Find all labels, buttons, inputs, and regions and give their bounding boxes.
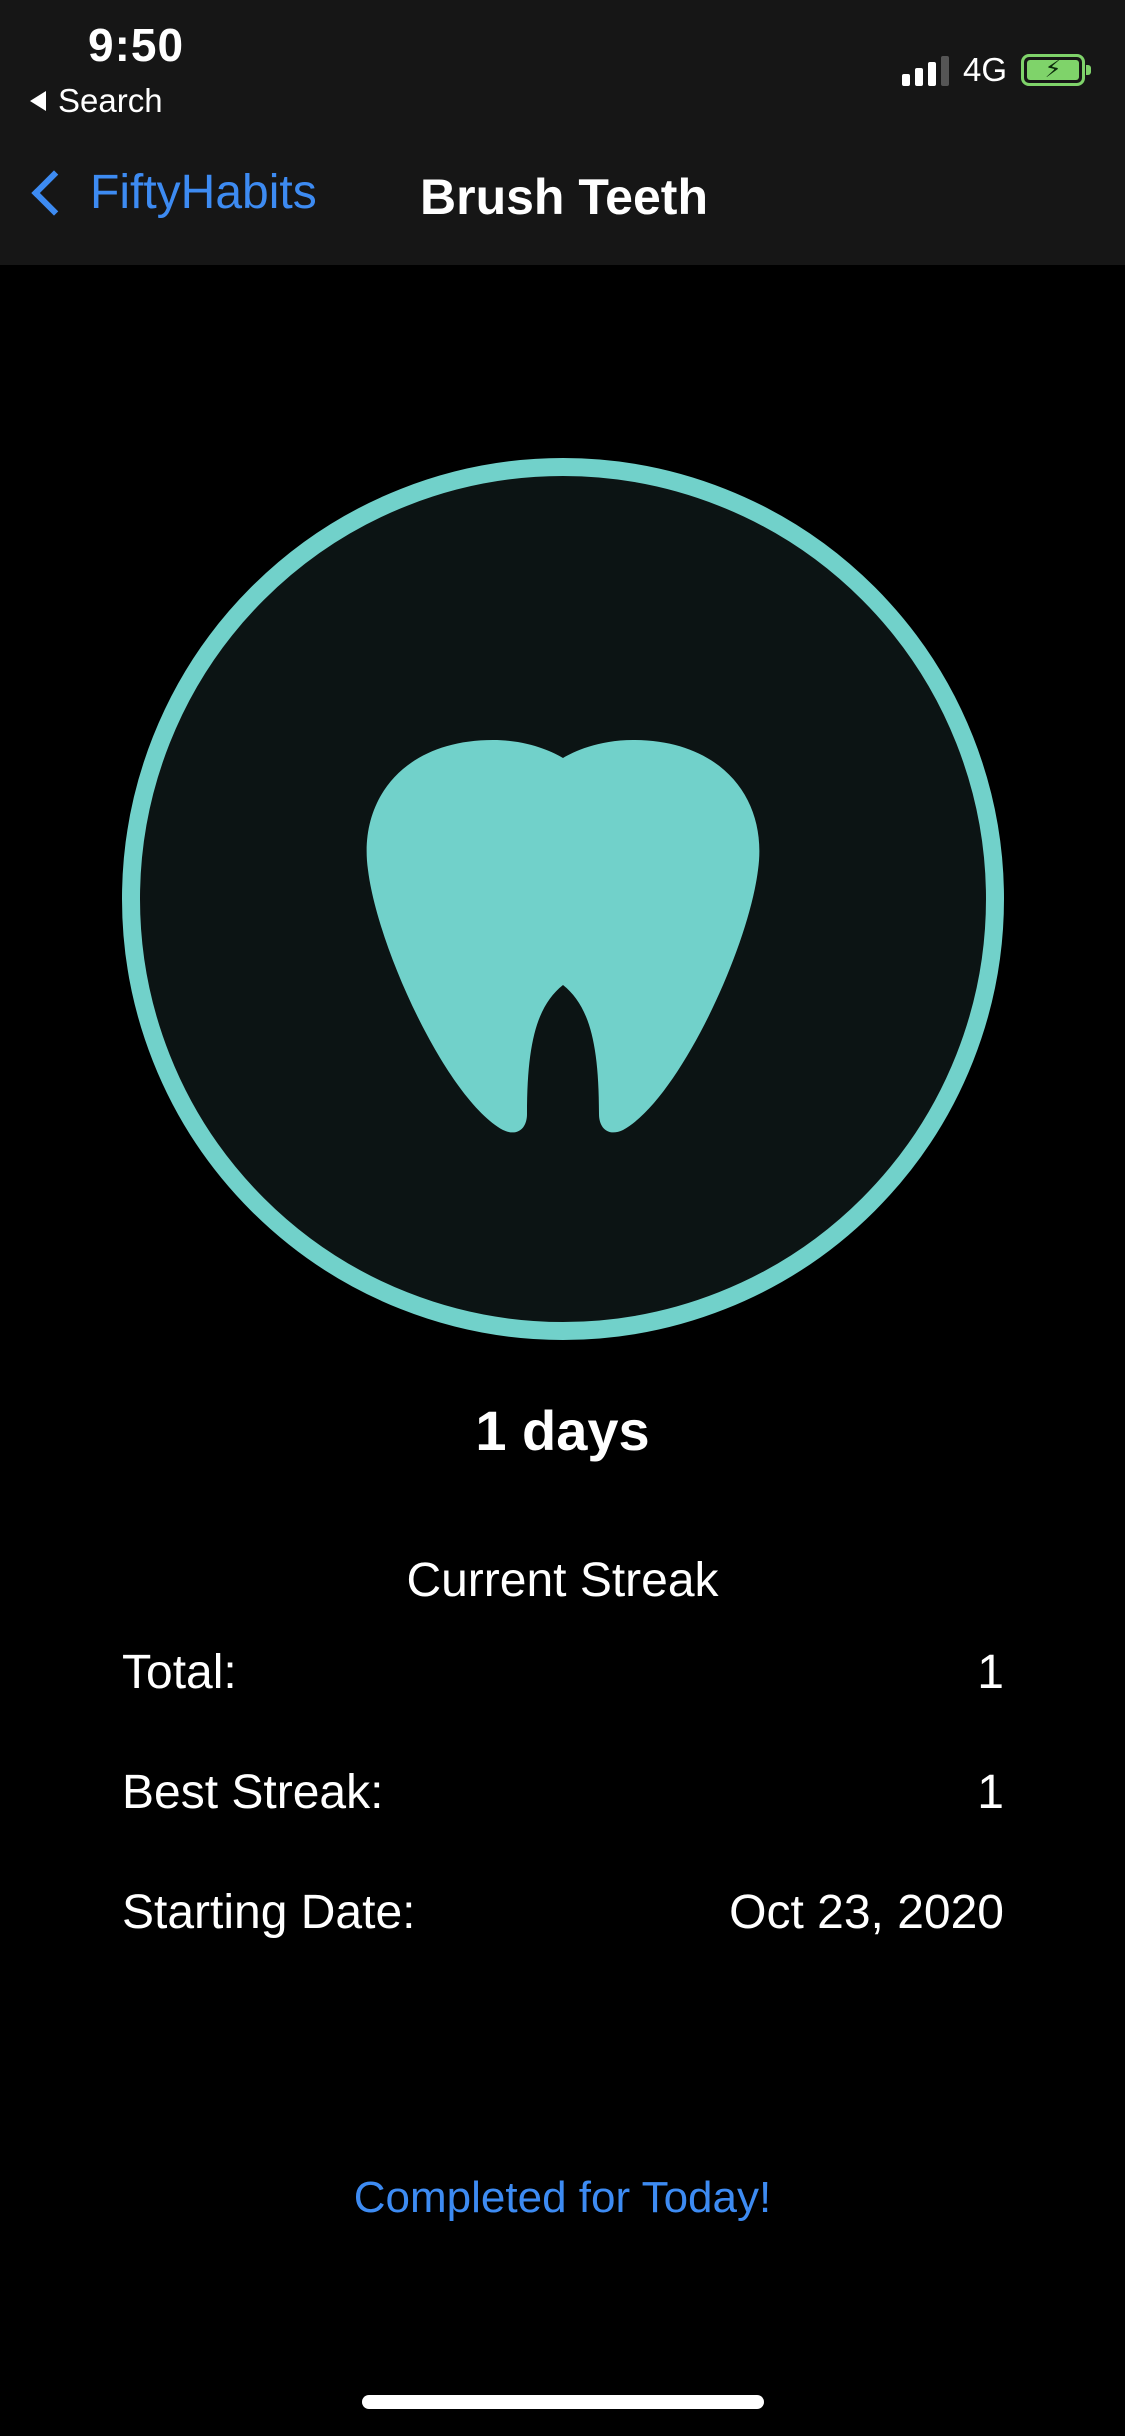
stat-value: Oct 23, 2020 bbox=[729, 1886, 1004, 1939]
back-to-app-button[interactable]: Search bbox=[30, 82, 163, 120]
back-app-label: Search bbox=[58, 82, 163, 119]
nav-back-button[interactable]: FiftyHabits bbox=[24, 165, 317, 220]
status-indicators: 4G ⚡ bbox=[901, 50, 1091, 90]
stat-label: Best Streak: bbox=[122, 1766, 384, 1819]
stat-value: 1 bbox=[977, 1766, 1004, 1819]
page-title: Brush Teeth bbox=[420, 169, 708, 225]
stat-row-total: Total: 1 bbox=[122, 1645, 1004, 1700]
completed-today-button[interactable]: Completed for Today! bbox=[0, 2173, 1125, 2223]
top-bar: 9:50 Search 4G ⚡ FiftyHabits Brush Teeth bbox=[0, 0, 1125, 265]
chevron-left-icon bbox=[31, 169, 77, 216]
nav-back-label: FiftyHabits bbox=[90, 166, 317, 219]
tooth-icon bbox=[366, 740, 760, 1133]
stat-value: 1 bbox=[977, 1646, 1004, 1699]
status-time: 9:50 bbox=[88, 19, 185, 71]
streak-value: 1 days bbox=[475, 1399, 650, 1462]
network-type: 4G bbox=[962, 51, 1007, 88]
signal-strength-icon bbox=[901, 54, 949, 86]
back-triangle-icon bbox=[30, 91, 46, 111]
battery-charging-icon: ⚡ bbox=[1021, 54, 1091, 86]
stat-label: Total: bbox=[122, 1646, 237, 1699]
home-indicator[interactable] bbox=[362, 2395, 764, 2409]
stat-row-best-streak: Best Streak: 1 bbox=[122, 1765, 1004, 1820]
stat-label: Starting Date: bbox=[122, 1886, 416, 1939]
stat-row-starting-date: Starting Date: Oct 23, 2020 bbox=[122, 1885, 1004, 1940]
streak-label: Current Streak bbox=[406, 1554, 719, 1607]
